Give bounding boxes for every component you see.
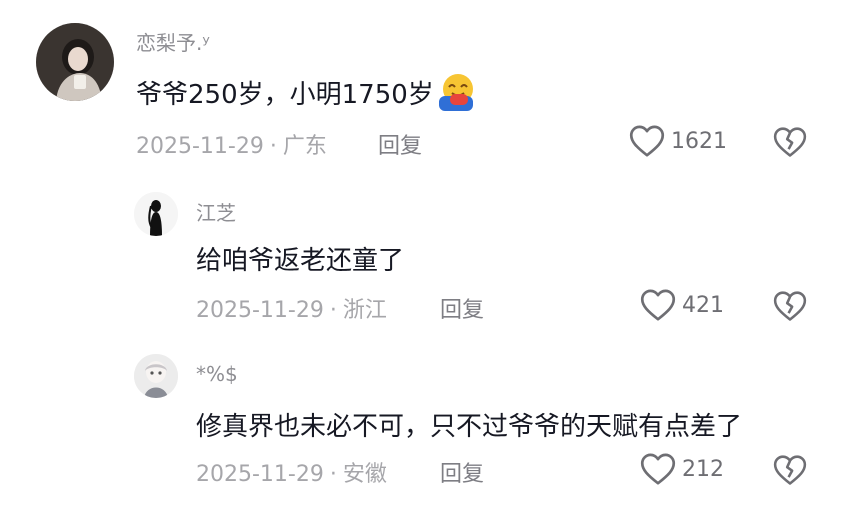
avatar-photo [134, 192, 178, 236]
hugging-face-emoji-icon [436, 72, 476, 119]
like-button[interactable]: 1621 [629, 124, 727, 158]
comment-meta: 2025-11-29 · 浙江 [196, 292, 387, 324]
avatar-photo [134, 354, 178, 398]
meta-separator: · [329, 462, 337, 487]
broken-heart-icon [773, 455, 807, 485]
like-count: 212 [682, 456, 724, 482]
comment-location: 安徽 [342, 462, 387, 487]
dislike-button[interactable] [773, 453, 807, 487]
comment-meta: 2025-11-29 · 广东 [136, 128, 327, 160]
reply-button[interactable]: 回复 [378, 128, 422, 160]
like-button[interactable]: 421 [640, 288, 724, 322]
heart-outline-icon [640, 289, 676, 321]
meta-separator: · [329, 298, 337, 323]
comment-date: 2025-11-29 [136, 134, 264, 159]
comment-2: 江芝 给咱爷返老还童了 2025-11-29 · 浙江 回复 421 [0, 170, 850, 340]
username[interactable]: *%$ [196, 362, 238, 386]
broken-heart-icon [773, 291, 807, 321]
comment-date: 2025-11-29 [196, 298, 324, 323]
comment-meta: 2025-11-29 · 安徽 [196, 456, 387, 488]
like-count: 421 [682, 292, 724, 318]
avatar[interactable] [134, 192, 178, 236]
comment-text: 爷爷250岁，小明1750岁 [136, 72, 476, 119]
username[interactable]: 恋梨予.ʸ [136, 27, 210, 56]
comment-date: 2025-11-29 [196, 462, 324, 487]
broken-heart-icon [773, 127, 807, 157]
comment-text: 给咱爷返老还童了 [196, 246, 405, 276]
avatar[interactable] [36, 23, 114, 101]
comment-3: *%$ 修真界也未必不可，只不过爷爷的天赋有点差了 2025-11-29 · 安徽 … [0, 340, 850, 510]
like-count: 1621 [671, 128, 727, 154]
username[interactable]: 江芝 [196, 197, 236, 226]
dislike-button[interactable] [773, 125, 807, 159]
reply-button[interactable]: 回复 [440, 456, 484, 488]
avatar[interactable] [134, 354, 178, 398]
comment-1: 恋梨予.ʸ 爷爷250岁，小明1750岁 2025-11-29 · 广东 回复 16… [0, 0, 850, 170]
heart-outline-icon [640, 453, 676, 485]
like-button[interactable]: 212 [640, 452, 724, 486]
dislike-button[interactable] [773, 289, 807, 323]
reply-button[interactable]: 回复 [440, 292, 484, 324]
comment-location: 广东 [282, 134, 327, 159]
comment-text-content: 爷爷250岁，小明1750岁 [136, 80, 434, 110]
comment-location: 浙江 [342, 298, 387, 323]
meta-separator: · [269, 134, 277, 159]
heart-outline-icon [629, 125, 665, 157]
avatar-photo [36, 23, 114, 101]
comment-text: 修真界也未必不可，只不过爷爷的天赋有点差了 [196, 412, 743, 442]
